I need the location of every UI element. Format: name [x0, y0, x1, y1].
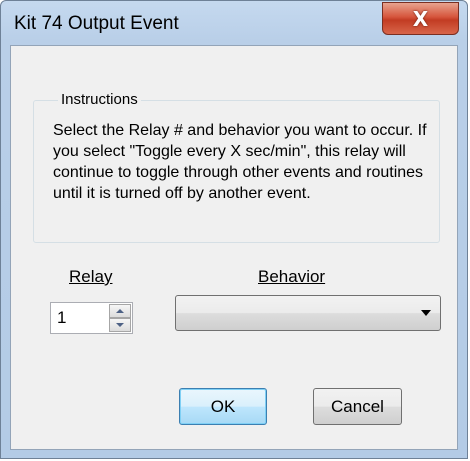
spin-down-button[interactable] — [109, 318, 131, 332]
cancel-button[interactable]: Cancel — [313, 388, 402, 425]
title-bar[interactable]: Kit 74 Output Event X — [1, 1, 467, 45]
relay-value[interactable]: 1 — [57, 308, 66, 328]
chevron-down-icon — [421, 310, 431, 316]
behavior-dropdown[interactable] — [175, 295, 441, 331]
spin-up-button[interactable] — [109, 304, 131, 318]
relay-spinner[interactable]: 1 — [50, 302, 133, 334]
instructions-text: Select the Relay # and behavior you want… — [53, 122, 427, 202]
triangle-up-icon — [116, 309, 124, 313]
triangle-down-icon — [116, 323, 124, 327]
close-button[interactable]: X — [382, 2, 459, 35]
ok-button[interactable]: OK — [179, 388, 267, 425]
relay-label: Relay — [69, 267, 113, 286]
instructions-legend: Instructions — [58, 91, 141, 108]
window-title: Kit 74 Output Event — [14, 13, 179, 34]
close-icon: X — [412, 6, 429, 31]
relay-spinner-buttons — [109, 304, 131, 332]
behavior-label: Behavior — [258, 267, 326, 286]
